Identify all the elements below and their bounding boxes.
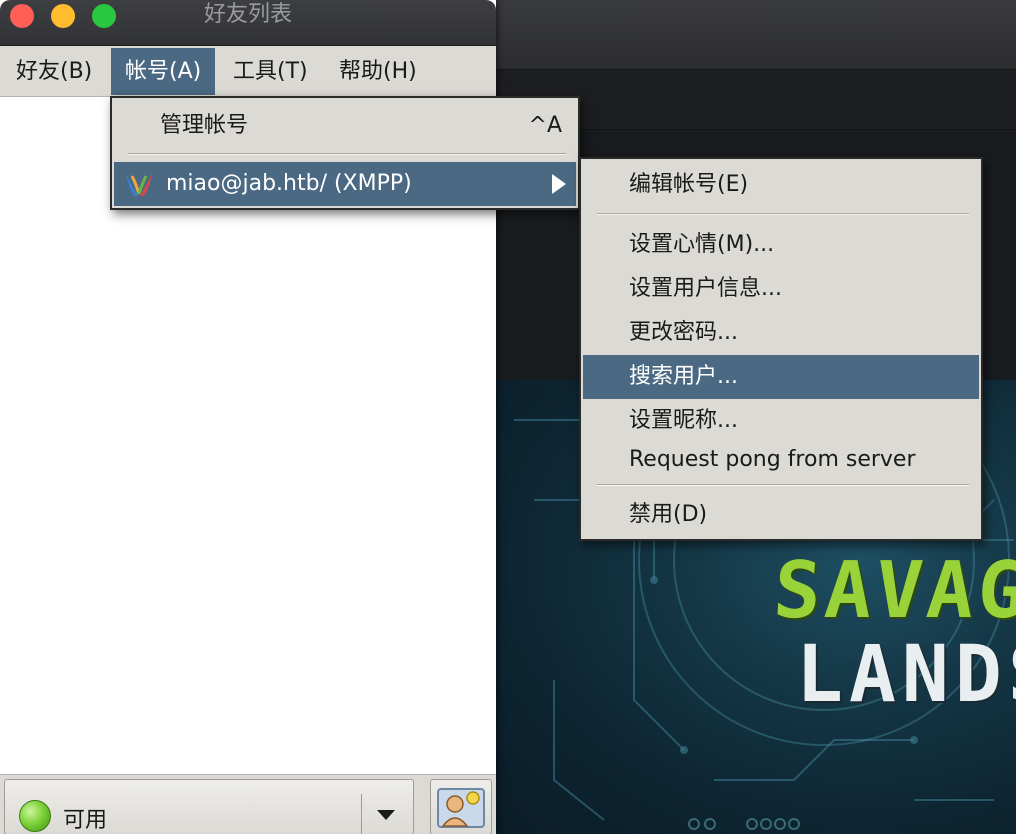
account-submenu: 编辑帐号(E) 设置心情(M)... 设置用户信息... 更改密码... 搜索用… [579, 157, 983, 541]
request-pong-label: Request pong from server [629, 447, 916, 472]
set-nickname-label: 设置昵称... [629, 408, 738, 433]
window-titlebar[interactable]: 好友列表 [0, 0, 496, 46]
status-selector[interactable]: 可用 [4, 779, 414, 834]
disable-account-label: 禁用(D) [629, 502, 708, 527]
buddy-icon-button[interactable] [430, 779, 492, 834]
request-pong-item[interactable]: Request pong from server [583, 438, 979, 482]
status-bar: 可用 [0, 774, 496, 834]
set-user-info-label: 设置用户信息... [629, 276, 782, 301]
menu-buddies[interactable]: 好友(B) [2, 48, 106, 95]
set-user-info-item[interactable]: 设置用户信息... [583, 267, 979, 311]
account-label: miao@jab.htb/ (XMPP) [166, 171, 412, 196]
desktop: SAVAGE LANDS 好友列表 好友(B) 帐号(A) 工具(T) 帮助(H… [0, 0, 1016, 834]
status-label: 可用 [63, 808, 108, 833]
game-logo-line2: LANDS [796, 630, 1016, 720]
menu-separator [597, 213, 969, 215]
menu-separator [128, 153, 566, 155]
available-status-icon [19, 800, 51, 832]
search-users-item[interactable]: 搜索用户... [583, 355, 979, 399]
menu-accounts[interactable]: 帐号(A) [111, 48, 216, 95]
accounts-menu: 管理帐号 ^A miao@jab.htb/ (XMPP) [110, 96, 580, 210]
background-titlebar [494, 0, 1016, 70]
menu-help[interactable]: 帮助(H) [325, 48, 431, 95]
manage-accounts-item[interactable]: 管理帐号 ^A [114, 104, 576, 148]
edit-account-label: 编辑帐号(E) [629, 172, 749, 197]
menu-separator [597, 484, 969, 486]
dropdown-arrow-icon[interactable] [377, 810, 395, 820]
window-title: 好友列表 [203, 2, 292, 27]
menubar: 好友(B) 帐号(A) 工具(T) 帮助(H) [0, 46, 496, 97]
set-mood-label: 设置心情(M)... [629, 232, 775, 257]
search-users-label: 搜索用户... [629, 364, 738, 389]
change-password-label: 更改密码... [629, 320, 738, 345]
edit-account-item[interactable]: 编辑帐号(E) [583, 163, 979, 207]
xmpp-protocol-icon [126, 174, 152, 196]
set-nickname-item[interactable]: 设置昵称... [583, 399, 979, 443]
submenu-arrow-icon [552, 174, 566, 194]
buddy-avatar-icon [437, 788, 485, 828]
status-selector-divider [361, 794, 362, 834]
change-password-item[interactable]: 更改密码... [583, 311, 979, 355]
manage-accounts-shortcut: ^A [528, 113, 562, 138]
account-miao-item[interactable]: miao@jab.htb/ (XMPP) [114, 162, 576, 206]
disable-account-item[interactable]: 禁用(D) [583, 493, 979, 537]
manage-accounts-label: 管理帐号 [160, 113, 249, 138]
game-logo-line1: SAVAGE [770, 546, 1016, 636]
menu-tools[interactable]: 工具(T) [219, 48, 322, 95]
set-mood-item[interactable]: 设置心情(M)... [583, 223, 979, 267]
